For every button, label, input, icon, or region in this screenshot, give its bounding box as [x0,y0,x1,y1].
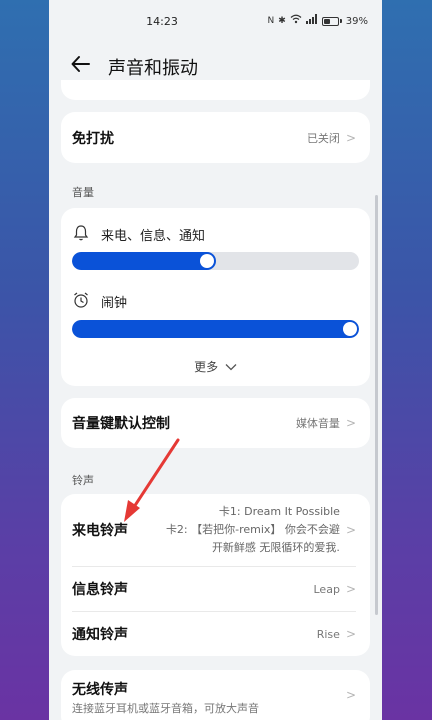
status-time: 14:23 [146,15,178,28]
ring-volume-slider[interactable] [72,252,359,270]
chevron-down-icon [225,364,237,371]
page-title: 声音和振动 [108,58,198,79]
signal-icon [305,14,318,28]
chevron-right-icon: > [345,523,356,537]
incoming-ringtone-value: 卡1: Dream It Possible 卡2: 【若把你-remix】 你会… [166,503,340,557]
dnd-label: 免打扰 [72,130,114,147]
alarm-volume-label: 闹钟 [101,296,128,311]
incoming-ringtone-card2-cont: 开新鲜感 无限循环的爱我. [211,541,340,554]
chevron-right-icon: > [345,688,356,702]
volume-card: 来电、信息、通知 闹钟 更多 [61,208,370,386]
more-button[interactable]: 更多 [61,358,370,375]
wifi-icon [290,14,302,28]
volume-key-row[interactable]: 音量键默认控制 媒体音量 > [61,398,370,448]
bluetooth-icon: ✱ [278,16,286,26]
ringtone-card: 来电铃声 卡1: Dream It Possible 卡2: 【若把你-remi… [61,494,370,656]
status-bar: 14:23 N ✱ 39% [49,0,382,44]
message-ringtone-label: 信息铃声 [72,582,128,598]
chevron-right-icon: > [345,416,356,430]
notification-ringtone-label: 通知铃声 [72,627,128,643]
volume-key-label: 音量键默认控制 [72,416,170,432]
partial-card-top [61,80,370,100]
battery-percent: 39% [345,15,368,27]
ring-volume-fill [72,252,216,270]
wireless-label: 无线传声 [72,682,128,698]
chevron-right-icon: > [345,130,356,145]
volume-key-value: 媒体音量 [295,417,340,430]
nfc-icon: N [267,16,275,26]
status-icons: N ✱ 39% [267,14,368,28]
ring-volume-label: 来电、信息、通知 [101,229,206,244]
alarm-clock-icon [74,292,88,308]
message-ringtone-value: Leap [313,582,340,596]
message-ringtone-row[interactable]: 信息铃声 Leap > [61,567,370,611]
alarm-volume-slider[interactable] [72,320,359,338]
wireless-card[interactable]: 无线传声 连接蓝牙耳机或蓝牙音箱，可放大声音 > [61,670,370,720]
more-label: 更多 [194,360,219,374]
bell-icon [73,225,89,241]
phone-screen: 14:23 N ✱ 39% 声音和振动 免打扰 已关闭 > 音量 来电、信息、通… [49,0,382,720]
chevron-right-icon: > [345,582,356,596]
ringtone-section-title: 铃声 [72,474,94,487]
slider-knob[interactable] [199,254,214,268]
incoming-ringtone-card1: 卡1: Dream It Possible [218,505,340,518]
wireless-desc: 连接蓝牙耳机或蓝牙音箱，可放大声音 [72,702,259,715]
alarm-volume-fill [72,320,359,338]
incoming-ringtone-row[interactable]: 来电铃声 卡1: Dream It Possible 卡2: 【若把你-remi… [61,494,370,566]
incoming-ringtone-card2: 卡2: 【若把你-remix】 你会不会避 [165,523,340,536]
dnd-card[interactable]: 免打扰 已关闭 > [61,112,370,163]
notification-ringtone-value: Rise [316,627,340,641]
page-header: 声音和振动 [49,48,382,84]
notification-ringtone-row[interactable]: 通知铃声 Rise > [61,612,370,656]
scrollbar[interactable] [375,195,378,615]
back-arrow-icon[interactable] [69,52,93,76]
slider-knob[interactable] [343,322,357,336]
dnd-row[interactable]: 免打扰 已关闭 > [61,112,370,163]
chevron-right-icon: > [345,627,356,641]
dnd-value: 已关闭 [306,131,340,145]
volume-section-title: 音量 [72,186,94,199]
battery-icon [321,16,339,26]
volume-key-card[interactable]: 音量键默认控制 媒体音量 > [61,398,370,448]
incoming-ringtone-label: 来电铃声 [72,523,128,539]
